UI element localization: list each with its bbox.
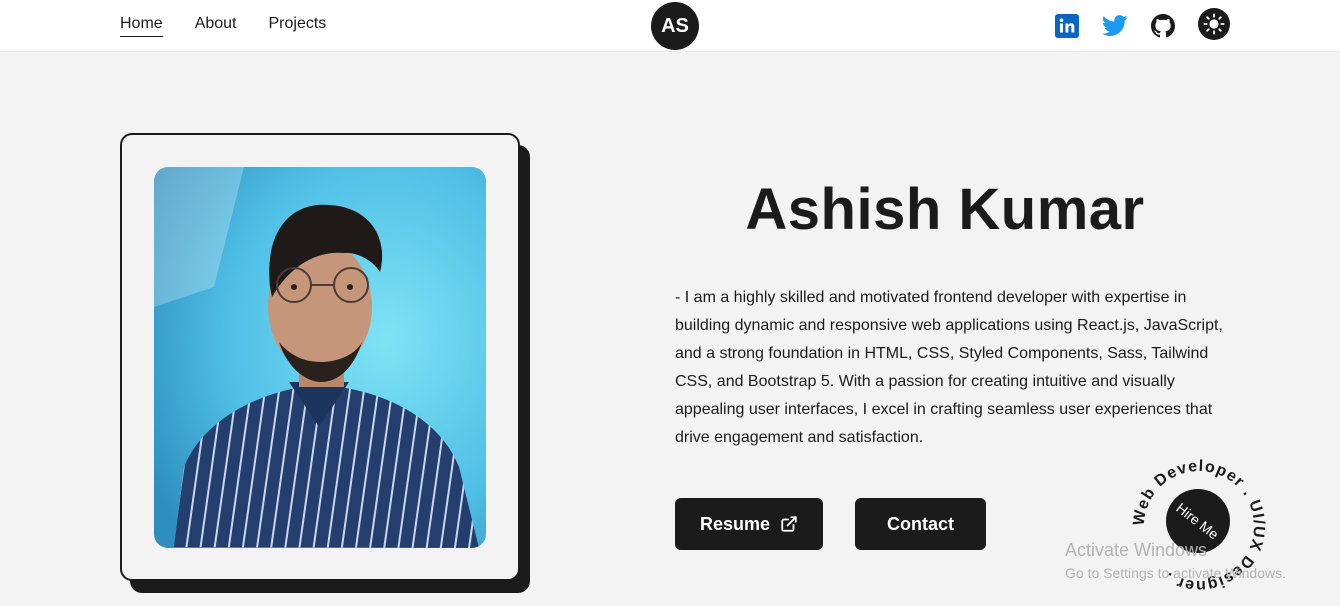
- nav-projects-link[interactable]: Projects: [269, 15, 327, 37]
- linkedin-icon[interactable]: [1054, 13, 1080, 39]
- nav-about-link[interactable]: About: [195, 15, 237, 37]
- site-logo[interactable]: AS: [651, 2, 699, 50]
- contact-button[interactable]: Contact: [855, 498, 986, 550]
- profile-photo: [154, 167, 486, 548]
- social-links: [1054, 8, 1230, 40]
- nav-links: Home About Projects: [120, 15, 326, 37]
- theme-toggle-icon[interactable]: [1198, 8, 1230, 40]
- nav-home-link[interactable]: Home: [120, 15, 163, 37]
- hero-name: Ashish Kumar: [745, 177, 1145, 242]
- hire-me-label: Hire Me: [1173, 499, 1223, 543]
- hire-me-badge: Web Developer . UI/UX Designer . Hire Me: [1131, 458, 1267, 594]
- navbar: Home About Projects AS: [0, 0, 1340, 52]
- resume-button-label: Resume: [699, 513, 771, 534]
- github-icon[interactable]: [1150, 13, 1176, 39]
- twitter-icon[interactable]: [1102, 13, 1128, 39]
- resume-button[interactable]: Resume: [675, 498, 823, 550]
- contact-button-label: Contact: [887, 513, 954, 534]
- profile-photo-card: [120, 133, 520, 581]
- hire-me-button[interactable]: Hire Me: [1166, 489, 1230, 553]
- hero-bio: - I am a highly skilled and motivated fr…: [675, 289, 1223, 446]
- external-link-icon: [781, 516, 797, 532]
